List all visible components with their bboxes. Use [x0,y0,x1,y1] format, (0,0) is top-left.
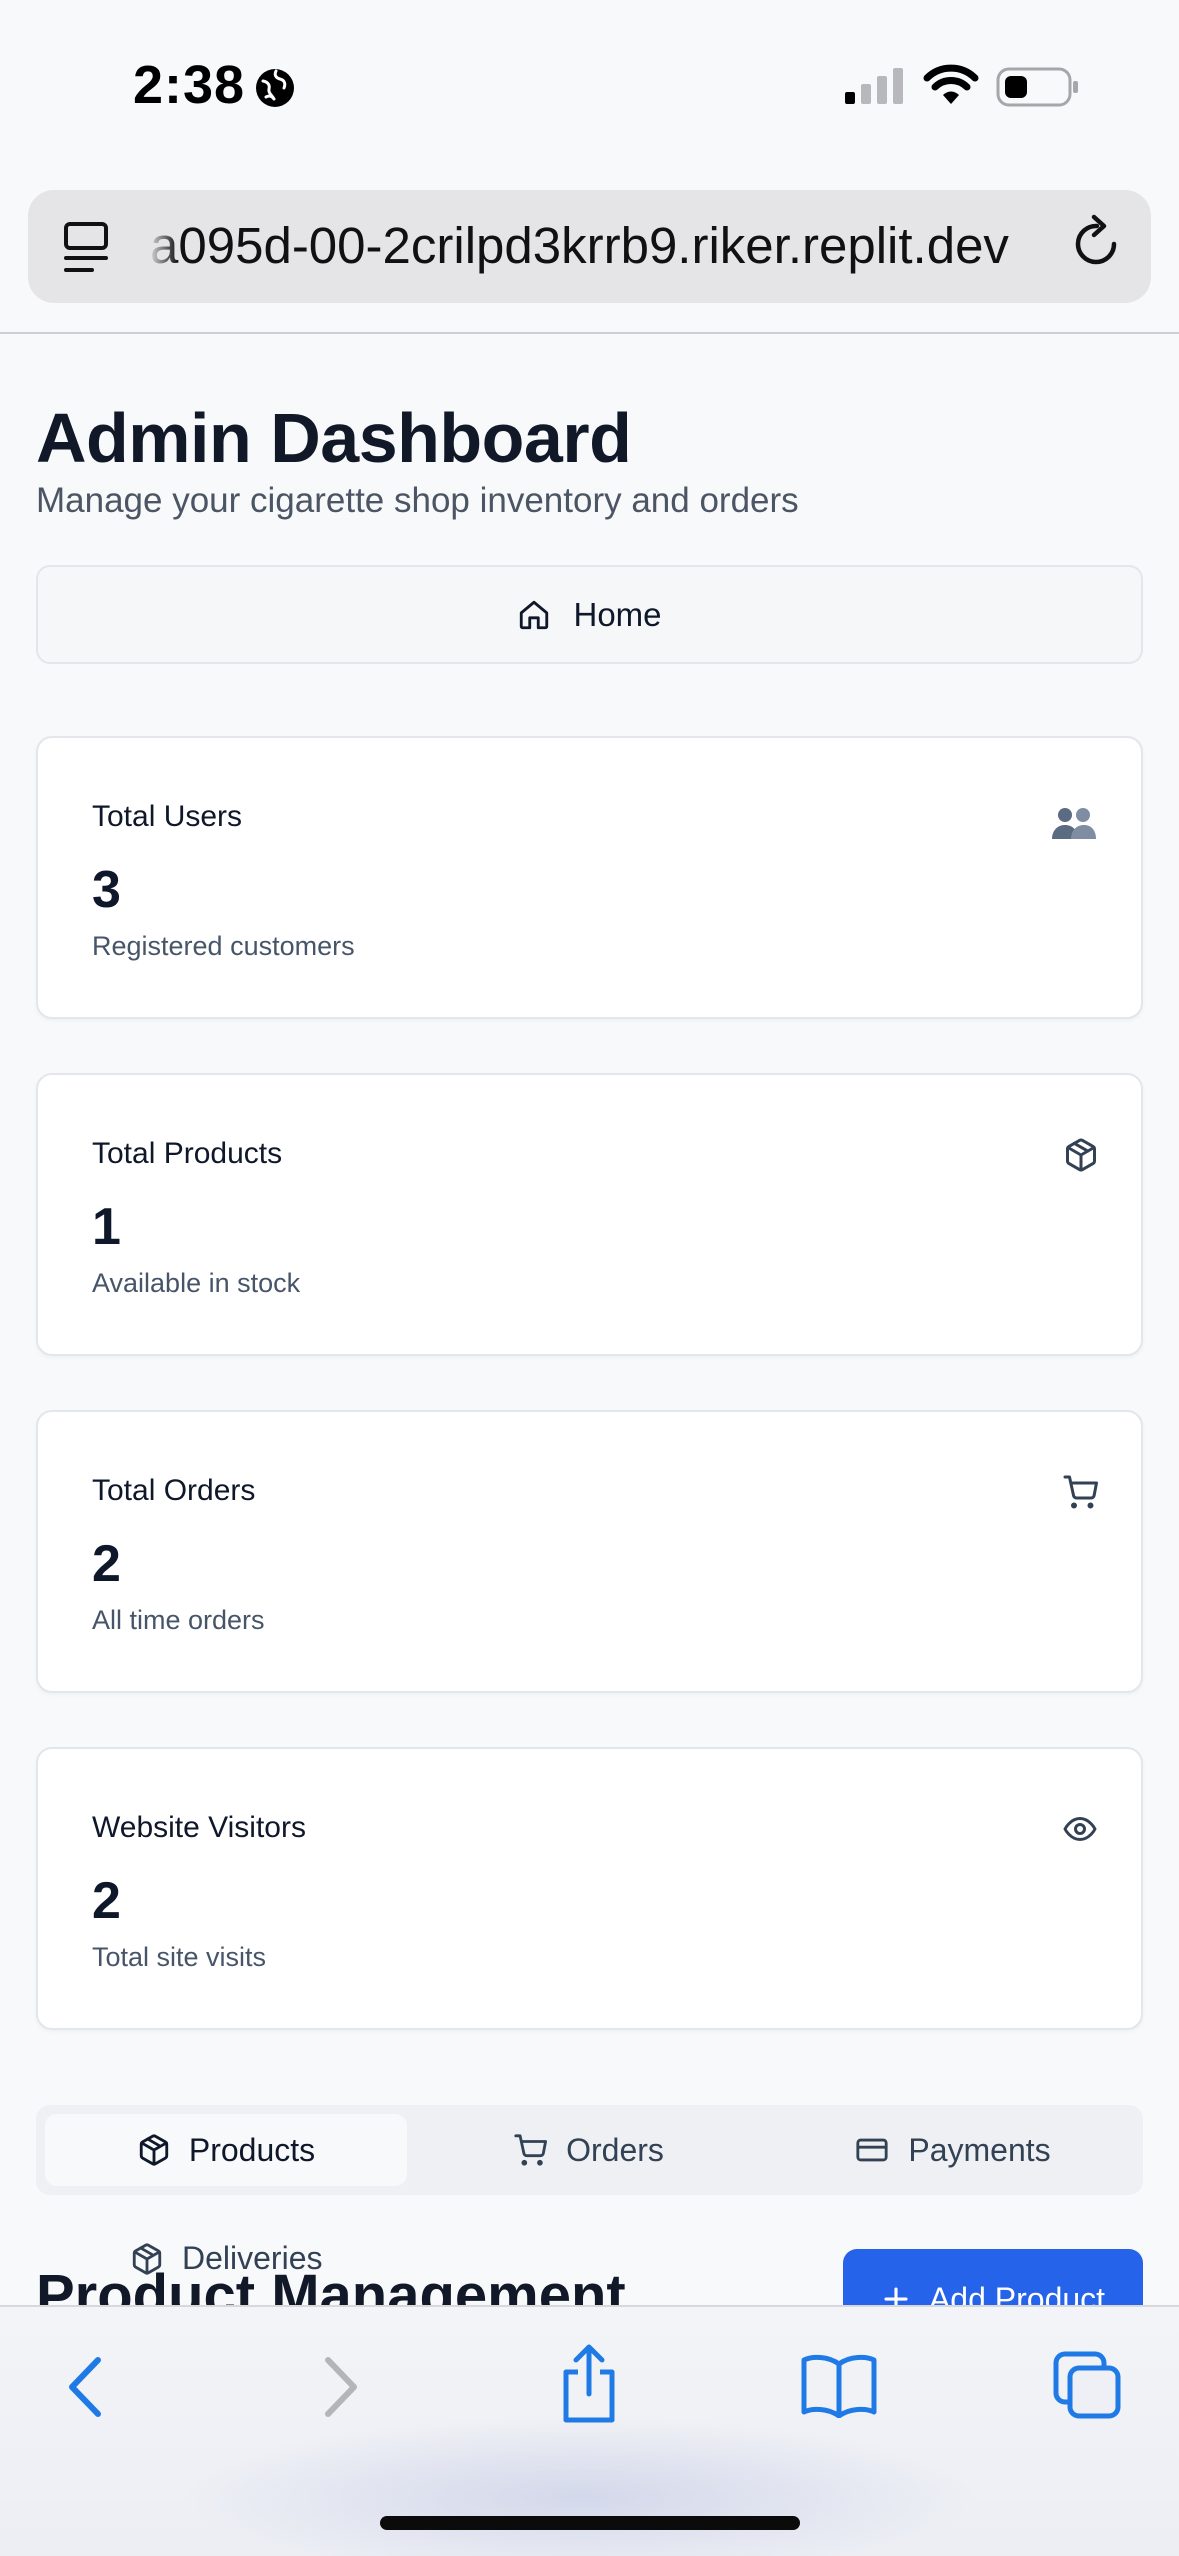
tab-label: Deliveries [182,2240,323,2276]
tab-products[interactable]: Products [45,2114,407,2186]
cart-icon [1063,1475,1098,1509]
bookmarks-icon[interactable] [800,2354,878,2418]
stat-title: Total Products [92,1137,283,1170]
stat-value: 2 [92,1872,121,1930]
eye-icon [1063,1817,1097,1841]
tab-deliveries[interactable]: Deliveries [130,2240,322,2277]
stat-value: 2 [92,1535,121,1593]
share-icon[interactable] [556,2344,622,2424]
header-divider [0,332,1179,334]
status-time: 2:38 [133,55,246,115]
package-icon [1066,1138,1096,1172]
tab-orders[interactable]: Orders [407,2114,769,2186]
url-fade [148,214,178,278]
toolbar-glow [180,2417,980,2556]
tabs-icon[interactable] [1052,2350,1124,2422]
stat-title: Total Orders [92,1474,256,1507]
users-icon [1052,808,1096,839]
stat-title: Website Visitors [92,1811,306,1844]
cellular-signal-icon [845,68,903,104]
package-icon [139,2134,169,2166]
url-text[interactable]: a095d-00-2crilpd3krrb9.riker.replit.dev [150,216,1050,275]
stat-card-products: Total Products 1 Available in stock [36,1073,1143,1356]
back-icon[interactable] [62,2354,108,2420]
stat-description: Available in stock [92,1268,301,1298]
stat-value: 3 [92,861,121,919]
tab-payments[interactable]: Payments [769,2114,1136,2186]
tab-label: Orders [566,2131,664,2168]
home-indicator [380,2516,800,2530]
home-button-label: Home [573,595,662,633]
tab-label: Products [188,2131,316,2168]
forward-icon[interactable] [318,2354,364,2420]
battery-icon [996,67,1078,107]
stat-description: Registered customers [92,931,355,961]
cart-icon [514,2134,548,2166]
wifi-icon [923,64,979,104]
tab-label: Payments [908,2131,1051,2168]
globe-icon [256,69,294,107]
stat-card-users: Total Users 3 Registered customers [36,736,1143,1019]
stat-title: Total Users [92,800,243,833]
credit-card-icon [856,2138,888,2162]
page-subtitle: Manage your cigarette shop inventory and… [36,481,799,520]
status-bar: 2:38 [0,0,1179,170]
home-button[interactable]: Home [36,565,1143,664]
package-icon [132,2242,162,2275]
stat-card-visitors: Website Visitors 2 Total site visits [36,1747,1143,2030]
reload-icon[interactable] [1072,214,1122,270]
stat-description: All time orders [92,1605,265,1635]
stat-value: 1 [92,1198,121,1256]
page-title: Admin Dashboard [36,399,632,477]
stat-card-orders: Total Orders 2 All time orders [36,1410,1143,1693]
tab-overview-icon[interactable] [62,220,110,276]
stat-description: Total site visits [92,1942,267,1972]
home-icon [520,600,549,629]
